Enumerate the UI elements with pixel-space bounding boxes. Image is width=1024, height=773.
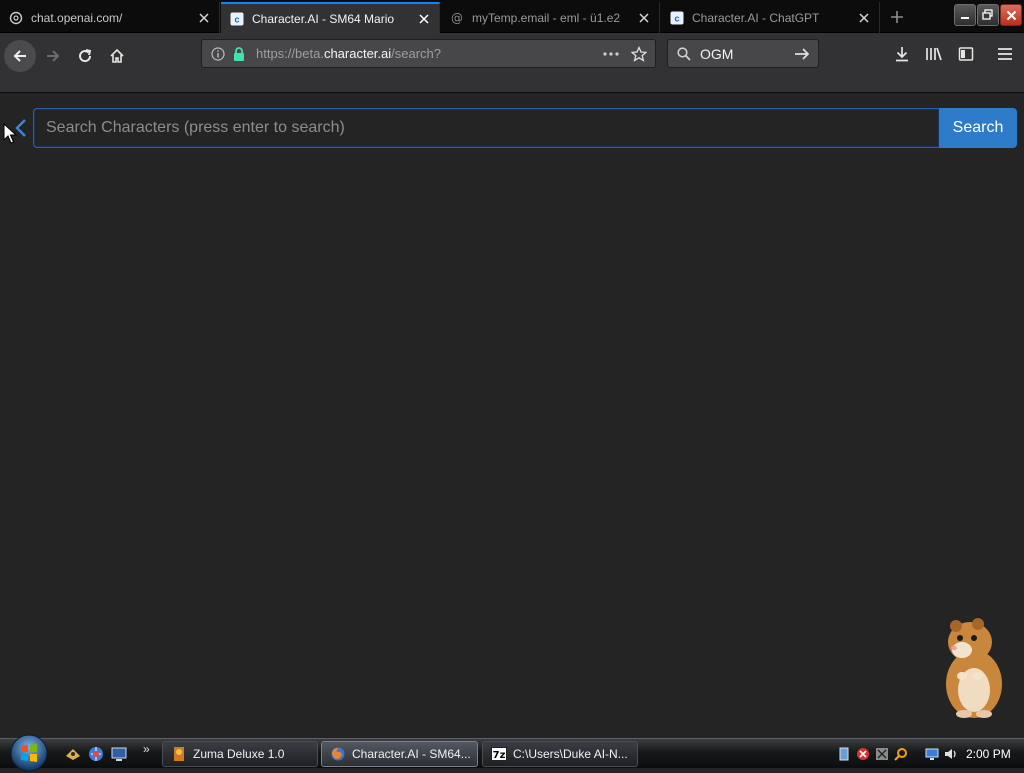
tab-label: chat.openai.com/ — [31, 10, 123, 25]
downloads-button[interactable] — [888, 40, 916, 68]
windows-logo-icon — [10, 734, 48, 772]
start-button[interactable] — [8, 733, 50, 773]
svg-text:c: c — [234, 14, 239, 24]
tab-label: Character.AI - SM64 Mario — [252, 11, 395, 26]
7zip-icon: 7z — [491, 746, 507, 762]
back-button[interactable] — [4, 40, 36, 72]
quicklaunch-app-icon[interactable] — [64, 745, 82, 763]
taskbar-clock[interactable]: 2:00 PM — [966, 747, 1011, 761]
restore-button[interactable] — [977, 4, 999, 26]
tab-strip: chat.openai.com/ c Character.AI - SM64 M… — [0, 0, 1024, 33]
hamster-desktop-pet-image — [938, 616, 1010, 720]
tray-monitor-icon[interactable] — [924, 746, 940, 762]
close-icon — [1006, 10, 1016, 20]
minimize-icon — [961, 17, 969, 19]
minimize-button[interactable] — [954, 4, 976, 26]
hamburger-menu-icon — [998, 48, 1012, 60]
web-search-value: OGM — [700, 45, 734, 62]
restore-icon — [982, 9, 993, 20]
library-button[interactable] — [920, 40, 948, 68]
sidebar-icon — [958, 47, 974, 61]
tab-character-ai-chatgpt[interactable]: c Character.AI - ChatGPT — [661, 2, 880, 33]
tray-storage-icon[interactable] — [836, 746, 852, 762]
tab-character-ai-sm64-mario[interactable]: c Character.AI - SM64 Mario — [221, 2, 440, 33]
firefox-icon — [330, 746, 346, 762]
mouse-pointer-icon — [3, 122, 18, 145]
openai-icon — [9, 11, 23, 25]
windows-taskbar: » Zuma Deluxe 1.0 Character.AI - SM64...… — [0, 734, 1024, 772]
tab-label: Character.AI - ChatGPT — [692, 10, 820, 25]
character-search-input[interactable] — [33, 108, 939, 148]
close-tab-icon[interactable] — [197, 11, 211, 25]
zuma-icon — [171, 746, 187, 762]
search-icon — [672, 42, 696, 66]
svg-text:7z: 7z — [493, 750, 506, 761]
url-host: character.ai — [323, 46, 392, 61]
library-icon — [926, 47, 942, 61]
plus-icon — [891, 11, 903, 23]
taskbar-item-label: C:\Users\Duke AI-N... — [513, 747, 628, 761]
character-ai-icon: c — [670, 11, 684, 25]
quicklaunch-browser-icon[interactable] — [87, 745, 105, 763]
character-search-form: Search — [33, 108, 1017, 148]
close-tab-icon[interactable] — [417, 12, 431, 26]
at-sign-icon: @ — [450, 11, 464, 25]
close-window-button[interactable] — [1000, 4, 1022, 26]
arrow-left-icon — [13, 50, 26, 62]
taskbar-item-7zip-folder[interactable]: 7z C:\Users\Duke AI-N... — [482, 741, 638, 767]
web-search-bar[interactable]: OGM — [667, 39, 819, 68]
search-button[interactable]: Search — [939, 108, 1017, 148]
taskbar-item-label: Character.AI - SM64... — [352, 747, 471, 761]
page-content: Search — [0, 94, 1024, 738]
bookmark-star-icon[interactable] — [627, 42, 651, 66]
system-tray — [836, 739, 959, 769]
quicklaunch-desktop-icon[interactable] — [110, 745, 128, 763]
taskbar-item-label: Zuma Deluxe 1.0 — [193, 747, 285, 761]
window-controls — [954, 4, 1022, 28]
tray-search-icon[interactable] — [893, 746, 909, 762]
url-text: https://beta.character.ai/search? — [256, 46, 599, 61]
tray-network-icon[interactable] — [874, 746, 890, 762]
sidebar-toggle-button[interactable] — [952, 40, 980, 68]
new-tab-button[interactable] — [886, 6, 908, 28]
info-icon[interactable] — [206, 42, 230, 66]
navigation-toolbar: https://beta.character.ai/search? OGM — [0, 33, 1024, 93]
address-bar[interactable]: https://beta.character.ai/search? — [201, 39, 656, 68]
page-actions-icon[interactable] — [599, 42, 623, 66]
arrow-right-icon — [47, 50, 60, 62]
chevron-more-icon[interactable]: » — [143, 742, 150, 756]
tab-mytemp-email[interactable]: @ myTemp.email - eml - ü1.e2 — [441, 2, 660, 33]
reload-button[interactable] — [69, 40, 101, 72]
reload-icon — [79, 49, 92, 63]
tab-chat-openai[interactable]: chat.openai.com/ — [0, 2, 220, 33]
character-ai-icon: c — [230, 12, 244, 26]
home-icon — [110, 48, 124, 63]
volume-icon[interactable] — [943, 746, 959, 762]
url-prefix: https://beta. — [256, 46, 324, 61]
lock-icon[interactable] — [230, 44, 248, 64]
svg-text:@: @ — [451, 11, 463, 25]
menu-button[interactable] — [991, 40, 1019, 68]
tab-label: myTemp.email - eml - ü1.e2 — [472, 10, 621, 25]
download-icon — [896, 47, 908, 62]
svg-text:c: c — [674, 13, 679, 23]
tray-error-icon[interactable] — [855, 746, 871, 762]
go-arrow-icon[interactable] — [790, 42, 814, 66]
forward-button[interactable] — [37, 40, 69, 72]
taskbar-item-zuma[interactable]: Zuma Deluxe 1.0 — [162, 741, 318, 767]
url-path: /search? — [391, 46, 442, 61]
close-tab-icon[interactable] — [637, 11, 651, 25]
taskbar-item-character-ai[interactable]: Character.AI - SM64... — [321, 741, 478, 767]
close-tab-icon[interactable] — [857, 11, 871, 25]
home-button[interactable] — [101, 40, 133, 72]
